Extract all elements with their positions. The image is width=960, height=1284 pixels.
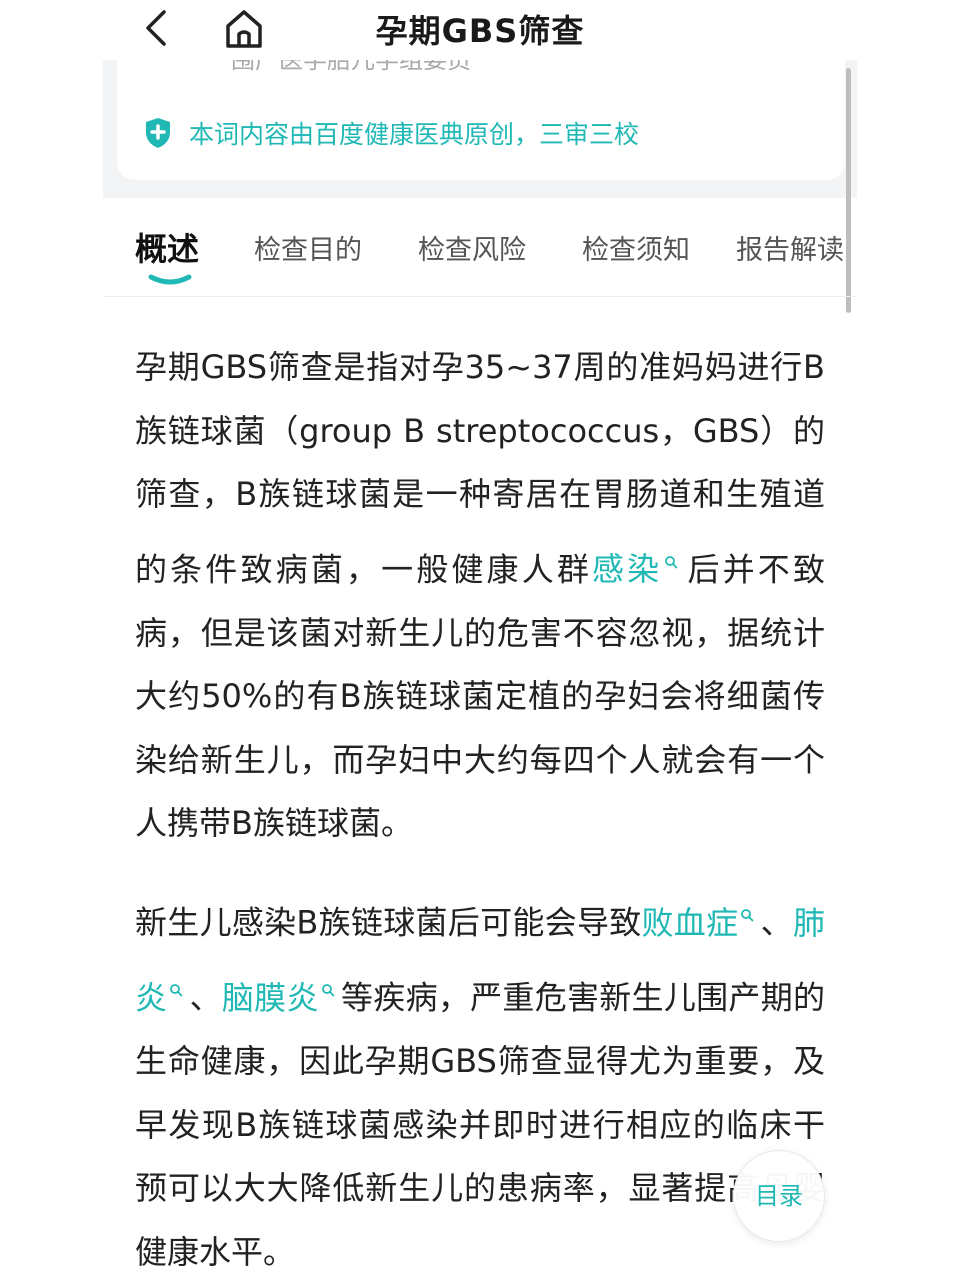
link-infection[interactable]: 感染 [592, 550, 662, 588]
tab-notes[interactable]: 检查须知 [582, 228, 690, 267]
overview-paragraph-1: 孕期GBS筛查是指对孕35~37周的准妈妈进行B族链球菌（group B str… [135, 348, 825, 843]
shield-plus-icon [145, 117, 171, 149]
page-title: 孕期GBS筛查 [375, 12, 585, 50]
tab-report[interactable]: 报告解读 [736, 228, 844, 267]
origin-statement: 本词内容由百度健康医典原创，三审三校 [189, 120, 640, 149]
link-meningitis[interactable]: 脑膜炎 [222, 979, 319, 1017]
search-icon[interactable] [169, 955, 183, 997]
source-card: 围产医学胎儿学组委员 本词内容由百度健康医典原创，三审三校 [117, 60, 845, 180]
table-of-contents-button[interactable]: 目录 [733, 1150, 825, 1242]
search-icon[interactable] [740, 880, 754, 922]
tab-overview[interactable]: 概述 [135, 224, 199, 270]
search-icon[interactable] [664, 527, 678, 568]
search-icon[interactable] [321, 955, 335, 997]
tab-bar: 概述 检查目的 检查风险 检查须知 报告解读 [103, 200, 857, 297]
tab-risks[interactable]: 检查风险 [418, 228, 526, 267]
active-tab-indicator [147, 272, 193, 286]
link-sepsis[interactable]: 败血症 [642, 904, 739, 942]
overview-paragraph-2: 新生儿感染B族链球菌后可能会导致败血症 、肺炎 、脑膜炎 等疾病，严重危害新生儿围产期… [135, 880, 825, 1284]
reviewer-text: 围产医学胎儿学组委员 [231, 60, 471, 74]
tab-purpose[interactable]: 检查目的 [254, 228, 362, 267]
top-nav: 孕期GBS筛查 [0, 0, 960, 60]
